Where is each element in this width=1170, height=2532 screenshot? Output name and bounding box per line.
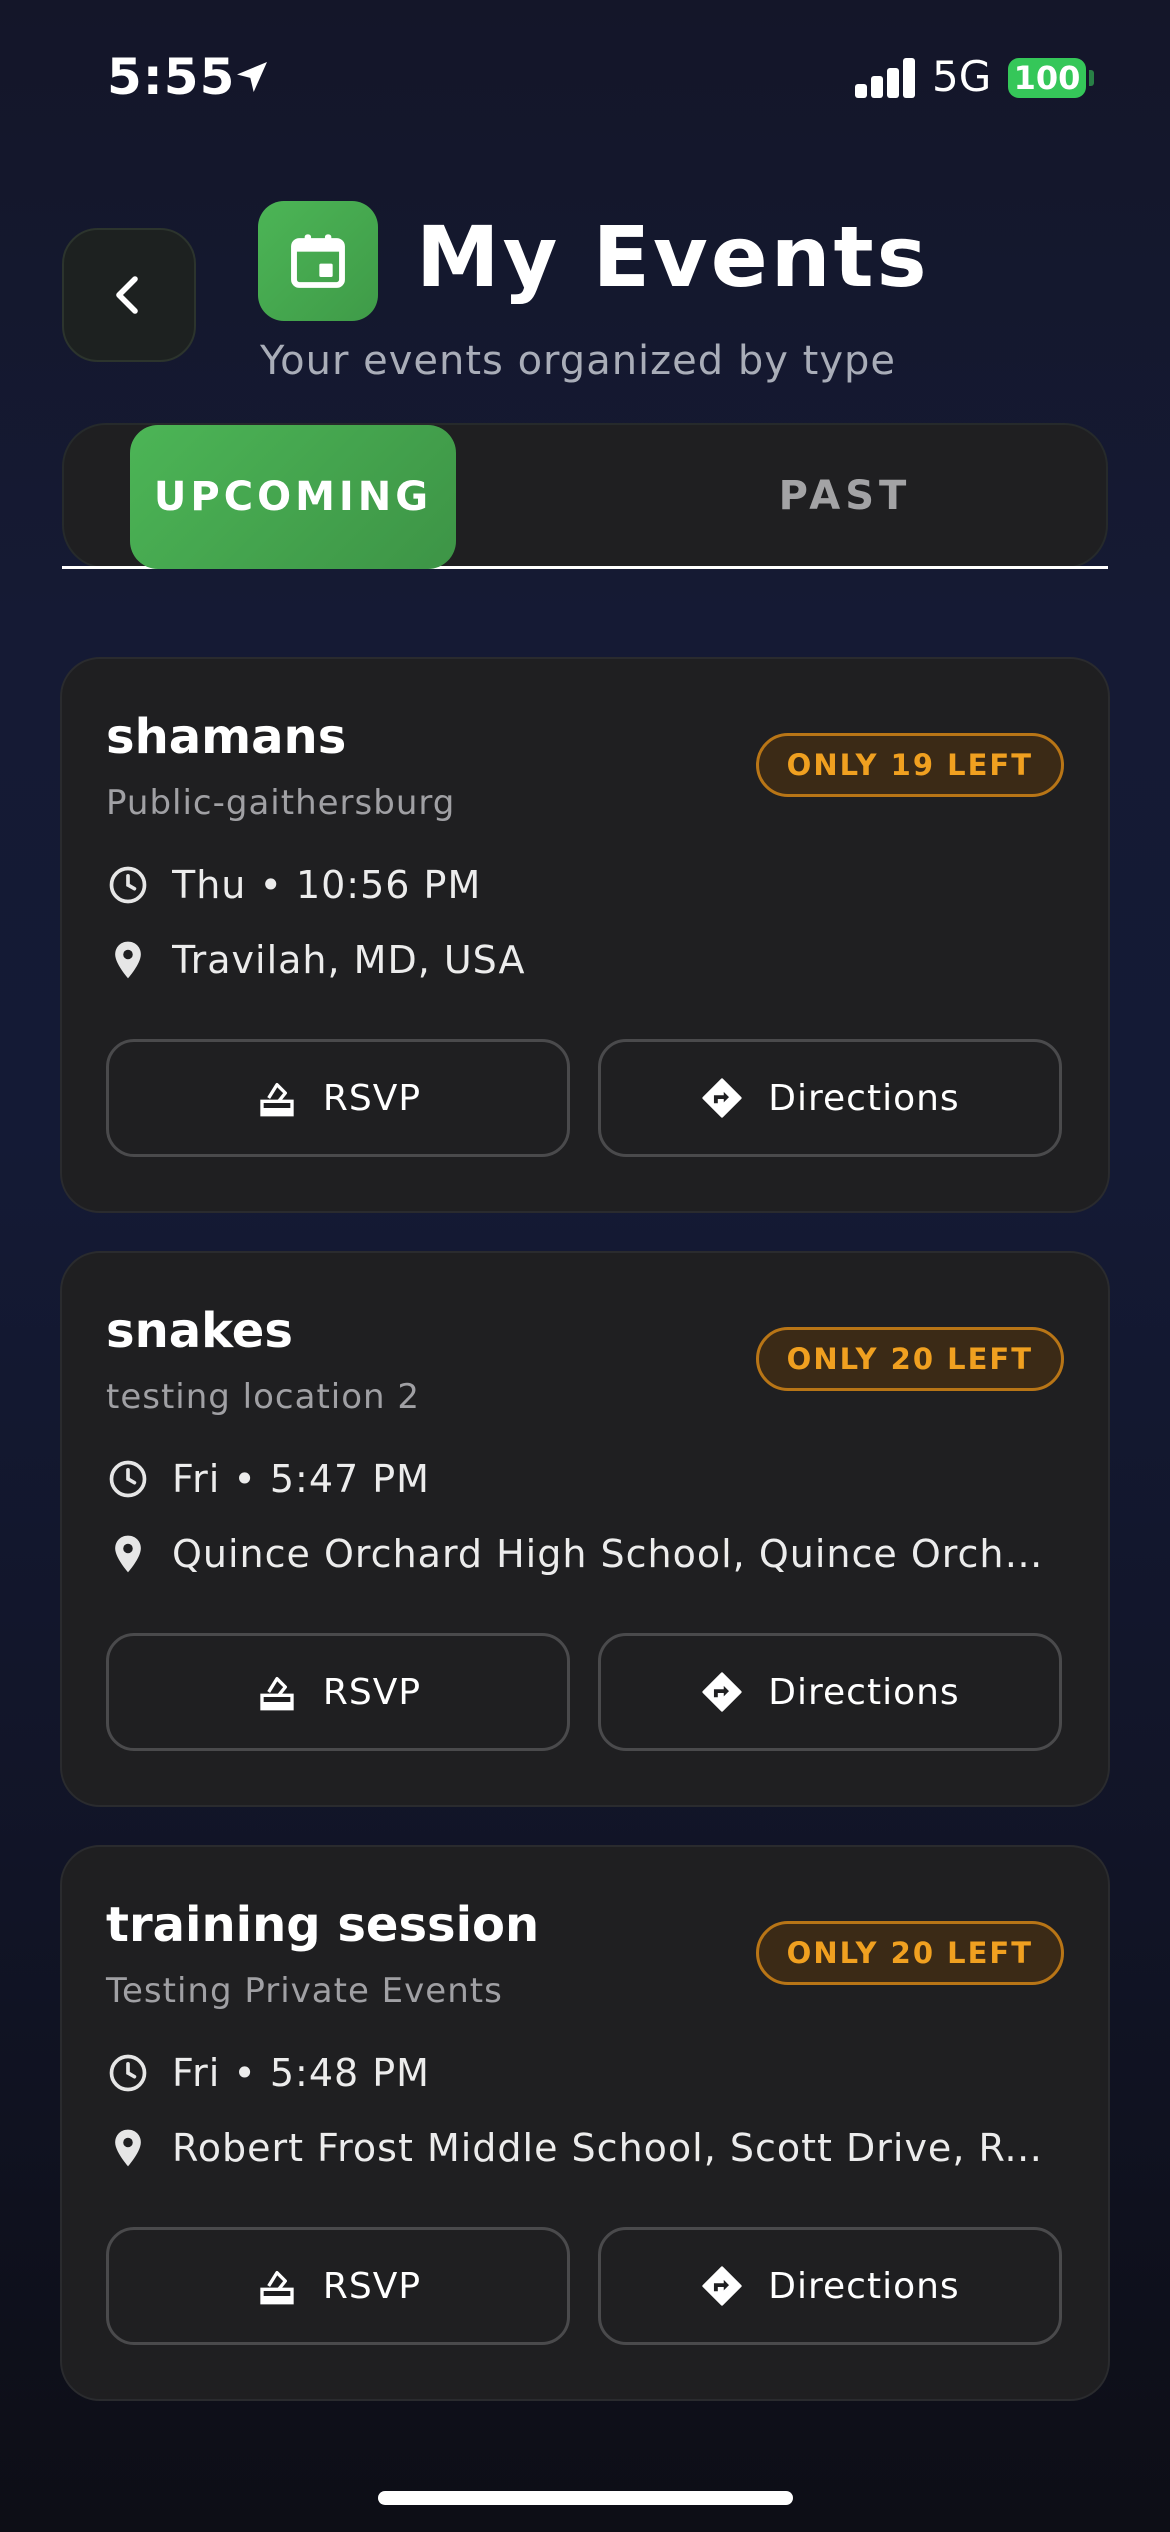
map-pin-icon [106, 1532, 150, 1576]
directions-label: Directions [768, 2265, 960, 2307]
event-title: snakes [106, 1303, 293, 1359]
availability-badge: ONLY 20 LEFT [755, 1327, 1064, 1391]
rsvp-label: RSVP [322, 2265, 422, 2307]
event-title: shamans [106, 709, 347, 765]
ballot-box-icon [255, 1076, 299, 1120]
status-bar: 5:55 5G 100 [0, 0, 1170, 150]
battery-icon: 100 [1008, 58, 1086, 98]
clock-icon [106, 2051, 150, 2095]
event-time-row: Fri • 5:47 PM [106, 1457, 430, 1501]
header-icon-badge [258, 201, 378, 321]
event-time: Fri • 5:47 PM [172, 1457, 430, 1501]
event-location: Quince Orchard High School, Quince Orcha… [172, 1532, 1052, 1576]
battery-cap [1089, 70, 1094, 86]
event-location-row: Quince Orchard High School, Quince Orcha… [106, 1532, 1052, 1576]
availability-badge: ONLY 19 LEFT [755, 733, 1064, 797]
event-card[interactable]: shamans Public-gaithersburg ONLY 19 LEFT… [60, 657, 1110, 1213]
rsvp-button[interactable]: RSVP [106, 1633, 570, 1751]
directions-button[interactable]: Directions [598, 2227, 1062, 2345]
directions-label: Directions [768, 1077, 960, 1119]
event-location-row: Robert Frost Middle School, Scott Drive,… [106, 2126, 1052, 2170]
home-indicator[interactable] [378, 2491, 793, 2505]
page-subtitle: Your events organized by type [260, 338, 897, 384]
status-time: 5:55 [107, 48, 236, 106]
rsvp-button[interactable]: RSVP [106, 1039, 570, 1157]
event-card[interactable]: training session Testing Private Events … [60, 1845, 1110, 2401]
directions-button[interactable]: Directions [598, 1039, 1062, 1157]
directions-button[interactable]: Directions [598, 1633, 1062, 1751]
event-subtitle: Testing Private Events [106, 1971, 503, 2011]
event-location-row: Travilah, MD, USA [106, 938, 526, 982]
ballot-box-icon [255, 2264, 299, 2308]
event-subtitle: Public-gaithersburg [106, 783, 456, 823]
availability-badge: ONLY 20 LEFT [755, 1921, 1064, 1985]
signal-icon [855, 58, 917, 98]
tab-upcoming[interactable]: UPCOMING [130, 425, 456, 569]
network-label: 5G [932, 52, 992, 101]
directions-sign-icon [700, 1076, 744, 1120]
rsvp-label: RSVP [322, 1671, 422, 1713]
clock-icon [106, 1457, 150, 1501]
event-location: Travilah, MD, USA [172, 938, 526, 982]
calendar-icon [291, 234, 345, 288]
directions-label: Directions [768, 1671, 960, 1713]
event-time: Fri • 5:48 PM [172, 2051, 430, 2095]
rsvp-button[interactable]: RSVP [106, 2227, 570, 2345]
event-title: training session [106, 1897, 540, 1953]
event-time-row: Thu • 10:56 PM [106, 863, 481, 907]
page-title: My Events [416, 208, 930, 306]
rsvp-label: RSVP [322, 1077, 422, 1119]
clock-icon [106, 863, 150, 907]
back-button[interactable] [62, 228, 196, 362]
event-time: Thu • 10:56 PM [172, 863, 482, 907]
event-location: Robert Frost Middle School, Scott Drive,… [172, 2126, 1052, 2170]
ballot-box-icon [255, 1670, 299, 1714]
chevron-left-icon [116, 276, 138, 314]
event-subtitle: testing location 2 [106, 1377, 421, 1417]
map-pin-icon [106, 938, 150, 982]
location-arrow-icon [237, 62, 267, 92]
tab-past[interactable]: PAST [700, 425, 990, 567]
event-card[interactable]: snakes testing location 2 ONLY 20 LEFT F… [60, 1251, 1110, 1807]
directions-sign-icon [700, 2264, 744, 2308]
map-pin-icon [106, 2126, 150, 2170]
directions-sign-icon [700, 1670, 744, 1714]
event-time-row: Fri • 5:48 PM [106, 2051, 430, 2095]
